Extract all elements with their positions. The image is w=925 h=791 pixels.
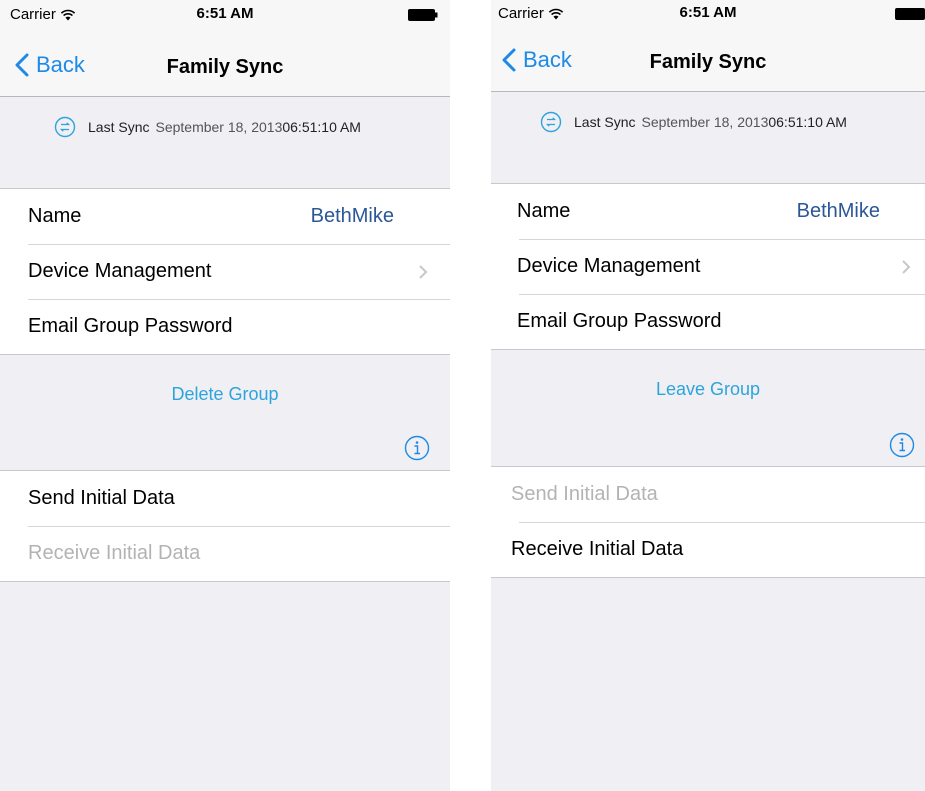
initial-data-group: Send Initial Data Receive Initial Data <box>491 466 925 578</box>
email-group-password-label: Email Group Password <box>28 315 233 337</box>
initial-data-group: Send Initial Data Receive Initial Data <box>0 470 450 582</box>
leave-group-button[interactable]: Leave Group <box>491 379 925 400</box>
status-time: 6:51 AM <box>196 5 254 22</box>
device-management-label: Device Management <box>28 260 212 282</box>
settings-group: Name BethMike Device Management Email Gr… <box>491 183 925 350</box>
device-management-label: Device Management <box>517 255 701 277</box>
delete-group-button[interactable]: Delete Group <box>0 384 450 405</box>
battery-icon <box>895 8 925 20</box>
name-cell[interactable]: Name BethMike <box>0 189 450 244</box>
settings-group: Name BethMike Device Management Email Gr… <box>0 188 450 355</box>
status-time: 6:51 AM <box>679 4 737 21</box>
info-icon[interactable] <box>404 435 430 461</box>
email-group-password-label: Email Group Password <box>517 310 722 332</box>
receive-initial-data-cell[interactable]: Receive Initial Data <box>491 522 925 577</box>
receive-initial-data-label: Receive Initial Data <box>511 538 684 560</box>
email-group-password-cell[interactable]: Email Group Password <box>0 299 450 354</box>
last-sync-date: September 18, 2013 <box>155 119 283 135</box>
name-value: BethMike <box>310 205 394 227</box>
group-action-area: Leave Group <box>491 350 925 466</box>
last-sync-time: 06:51:10 AM <box>768 114 847 130</box>
name-label: Name <box>517 200 571 222</box>
page-title: Family Sync <box>649 51 767 73</box>
group-action-area: Delete Group <box>0 355 450 471</box>
navigation-bar: Back Family Sync <box>491 35 925 92</box>
info-icon[interactable] <box>889 432 915 458</box>
chevron-right-icon <box>902 259 911 274</box>
last-sync-time: 06:51:10 AM <box>282 119 361 135</box>
screen-left: Carrier 6:51 AM Back Family Sync Last Sy… <box>0 0 450 791</box>
page-title: Family Sync <box>166 56 284 78</box>
battery-icon <box>408 9 438 21</box>
navigation-bar: Back Family Sync <box>0 40 450 97</box>
device-management-cell[interactable]: Device Management <box>0 244 450 299</box>
send-initial-data-cell[interactable]: Send Initial Data <box>0 471 450 526</box>
send-initial-data-cell: Send Initial Data <box>491 467 925 522</box>
last-sync-row: Last Sync September 18, 2013 06:51:10 AM <box>540 111 847 133</box>
email-group-password-cell[interactable]: Email Group Password <box>491 294 925 349</box>
receive-initial-data-cell: Receive Initial Data <box>0 526 450 581</box>
last-sync-date: September 18, 2013 <box>641 114 769 130</box>
last-sync-section: Last Sync September 18, 2013 06:51:10 AM <box>0 98 450 186</box>
receive-initial-data-label: Receive Initial Data <box>28 542 201 564</box>
sync-icon <box>540 111 562 133</box>
last-sync-label: Last Sync <box>88 119 150 135</box>
name-label: Name <box>28 205 82 227</box>
name-cell[interactable]: Name BethMike <box>491 184 925 239</box>
screen-right: Carrier 6:51 AM Back Family Sync Last Sy… <box>491 0 925 791</box>
device-management-cell[interactable]: Device Management <box>491 239 925 294</box>
send-initial-data-label: Send Initial Data <box>511 483 658 505</box>
last-sync-row: Last Sync September 18, 2013 06:51:10 AM <box>54 116 361 138</box>
send-initial-data-label: Send Initial Data <box>28 487 175 509</box>
chevron-right-icon <box>419 264 428 279</box>
status-bar: Carrier 6:51 AM <box>0 0 450 40</box>
sync-icon <box>54 116 76 138</box>
status-bar: Carrier 6:51 AM <box>491 0 925 35</box>
last-sync-section: Last Sync September 18, 2013 06:51:10 AM <box>491 93 925 181</box>
last-sync-label: Last Sync <box>574 114 636 130</box>
name-value: BethMike <box>796 200 880 222</box>
